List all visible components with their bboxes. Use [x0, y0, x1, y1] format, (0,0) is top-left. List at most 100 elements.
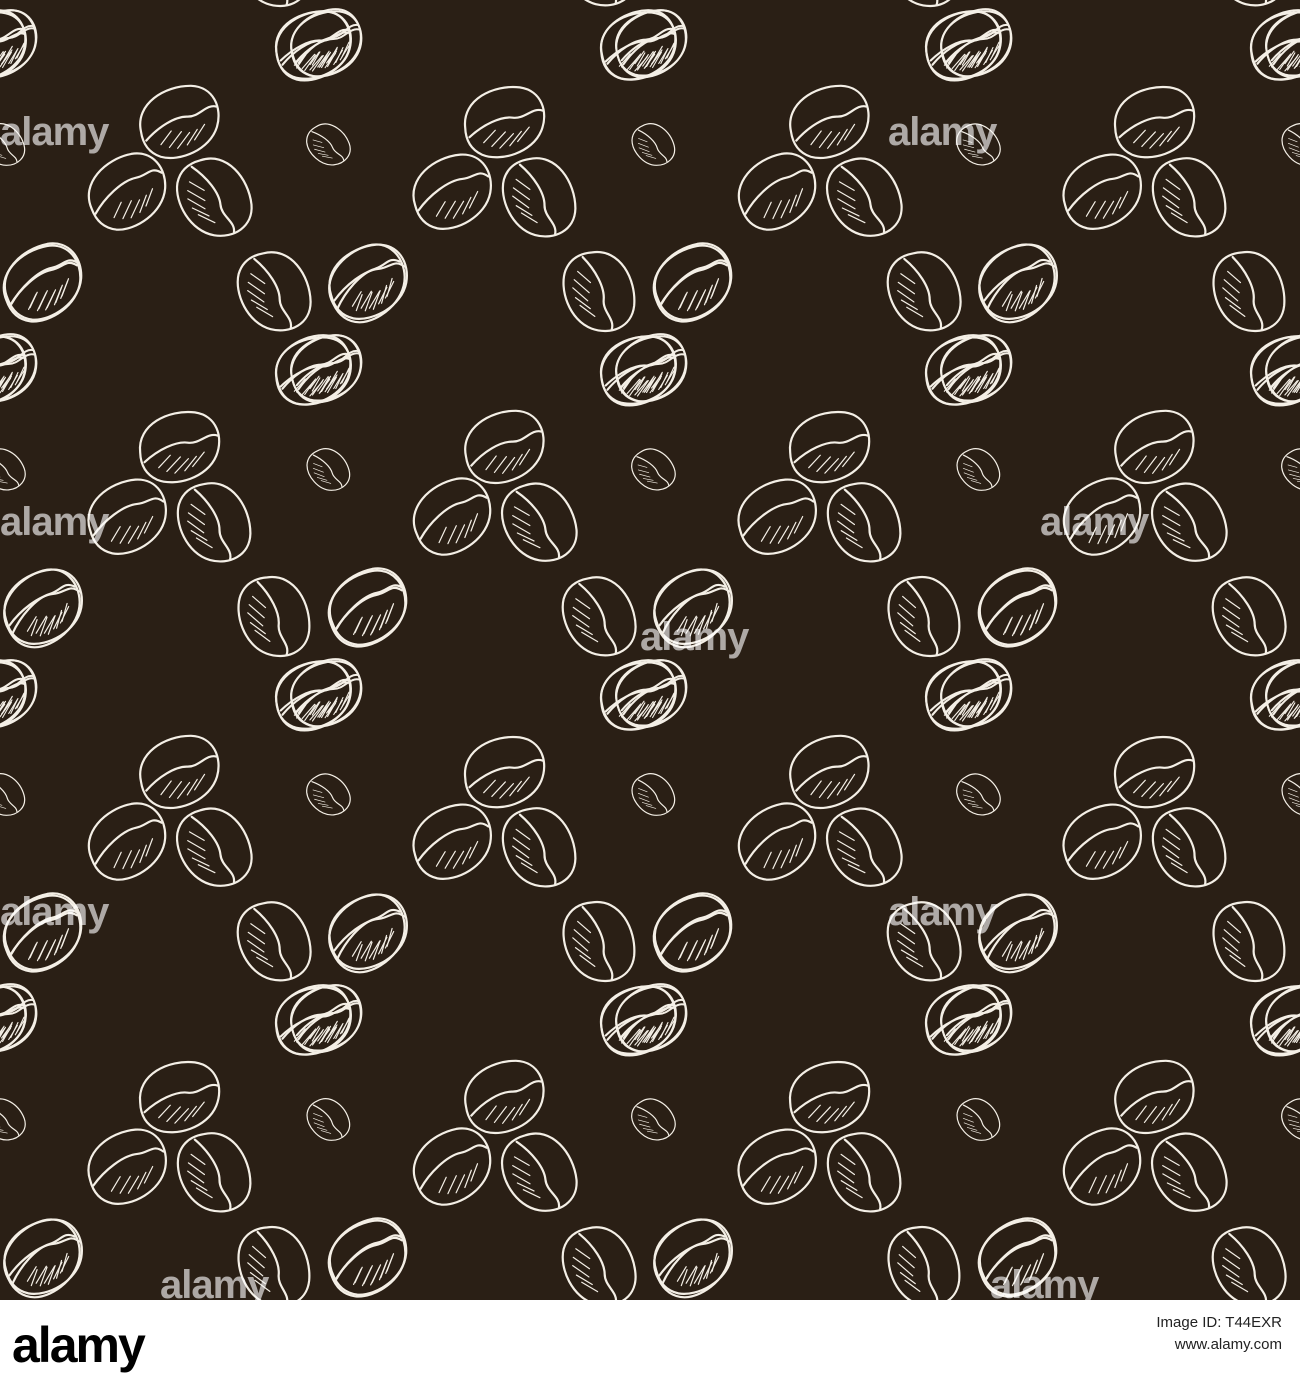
pistachio-icon: [319, 0, 417, 5]
image-id-label: Image ID: T44EXR: [1156, 1314, 1282, 1331]
pistachio-icon: [887, 0, 961, 8]
pistachio-icon: [1212, 901, 1286, 983]
pistachio-icon: [969, 0, 1067, 5]
pistachio-icon: [0, 985, 27, 1057]
pistachio-icon: [0, 335, 38, 403]
pistachio-icon: [1281, 448, 1300, 491]
pistachio-icon: [464, 735, 546, 809]
pistachio-icon: [940, 334, 1012, 404]
pistachio-icon: [237, 1226, 311, 1300]
pistachio-icon: [653, 1218, 733, 1295]
pistachio-icon: [464, 1059, 545, 1135]
pistachio-icon: [0, 123, 26, 166]
pistachio-icon: [328, 893, 408, 970]
pistachio-icon: [887, 576, 961, 658]
pistachio-icon: [306, 448, 351, 491]
pistachio-icon: [500, 482, 578, 562]
pistachio-icon: [825, 807, 903, 887]
pistachio-icon: [737, 478, 817, 555]
pistachio-icon: [653, 892, 733, 971]
pistachio-icon: [2, 894, 82, 973]
pistachio-icon: [653, 568, 733, 645]
pistachio-icon: [1250, 661, 1300, 731]
pistachio-icon: [956, 448, 1001, 491]
pistachio-icon: [1150, 1132, 1228, 1212]
pistachio-icon: [1294, 238, 1300, 330]
pistachio-icon: [969, 0, 1068, 3]
pistachio-icon: [290, 658, 362, 728]
pistachio-icon: [236, 901, 312, 982]
pistachio-icon: [0, 985, 38, 1053]
pistachio-icon: [0, 773, 26, 816]
pistachio-icon: [290, 334, 362, 404]
pistachio-icon: [642, 0, 743, 7]
pistachio-icon: [1292, 1210, 1300, 1300]
pistachio-icon: [789, 734, 870, 810]
pistachio-icon: [1114, 1059, 1195, 1135]
pistachio-icon: [501, 807, 577, 888]
pistachio-icon: [464, 409, 545, 485]
pistachio-icon: [0, 335, 27, 407]
pistachio-icon: [956, 773, 1001, 816]
site-url: www.alamy.com: [1174, 1336, 1282, 1353]
pistachio-icon: [176, 482, 252, 563]
pistachio-icon: [176, 1132, 252, 1213]
pistachio-icon: [940, 984, 1012, 1054]
pistachio-icon: [139, 1060, 221, 1134]
pistachio-icon: [237, 0, 311, 8]
pistachio-icon: [327, 1219, 407, 1298]
pistachio-icon: [737, 802, 817, 881]
pistachio-icon: [887, 1226, 961, 1300]
pistachio-icon: [653, 242, 733, 321]
pistachio-icon: [1281, 773, 1300, 816]
pistachio-icon: [236, 251, 312, 332]
pistachio-icon: [652, 894, 732, 973]
alamy-logo-text: alamy: [12, 1317, 146, 1373]
pistachio-icon: [653, 1218, 731, 1299]
pistachio-icon: [237, 576, 311, 658]
pistachio-icon: [306, 773, 351, 816]
pistachio-icon: [615, 9, 687, 79]
pistachio-icon: [737, 1128, 817, 1205]
pistachio-icon: [1062, 153, 1142, 230]
pistachio-icon: [886, 251, 962, 332]
pistachio-icon: [139, 84, 220, 160]
pistachio-icon: [789, 410, 871, 484]
pistachio-icon: [978, 893, 1058, 970]
pistachio-icon: [1211, 1226, 1287, 1300]
pistachio-icon: [87, 802, 167, 881]
pistachio-icon: [328, 243, 408, 320]
pistachio-icon: [562, 251, 636, 333]
pistachio-icon: [956, 123, 1001, 166]
pistachio-icon: [327, 569, 407, 648]
pistachio-icon: [1297, 563, 1300, 650]
pistachio-icon: [1114, 735, 1196, 809]
pistachio-icon: [1281, 1098, 1300, 1141]
pistachio-icon: [1211, 0, 1287, 7]
pistachio-icon: [631, 1098, 676, 1141]
pistachio-icon: [139, 410, 221, 484]
pistachio-icon: [1292, 0, 1300, 7]
pistachio-icon: [0, 448, 26, 491]
pistachio-icon: [1294, 235, 1300, 328]
pistachio-icon: [1062, 1127, 1142, 1206]
pistachio-icon: [615, 333, 687, 403]
pistachio-icon: [175, 157, 253, 237]
pistachio-icon: [412, 477, 492, 556]
pistachio-icon: [1150, 482, 1228, 562]
pistachio-icon: [1297, 1213, 1300, 1300]
pistachio-icon: [500, 1132, 578, 1212]
pistachio-icon: [306, 123, 351, 166]
pistachio-icon: [1151, 157, 1227, 238]
pistachio-icon: [1151, 807, 1227, 888]
pistachio-icon: [0, 0, 93, 7]
pistachio-icon: [1250, 11, 1300, 81]
pistachio-icon: [139, 734, 220, 810]
pistachio-icon: [561, 0, 637, 7]
pistachio-icon: [328, 1217, 408, 1296]
pistachio-icon: [175, 807, 253, 887]
pistachio-icon: [825, 157, 903, 237]
pistachio-icon: [956, 1098, 1001, 1141]
pistachio-icon: [1294, 888, 1300, 980]
pistachio-pattern: alamy alamy alamy alamy alamy alamy alamy alamy…: [0, 0, 1300, 1300]
